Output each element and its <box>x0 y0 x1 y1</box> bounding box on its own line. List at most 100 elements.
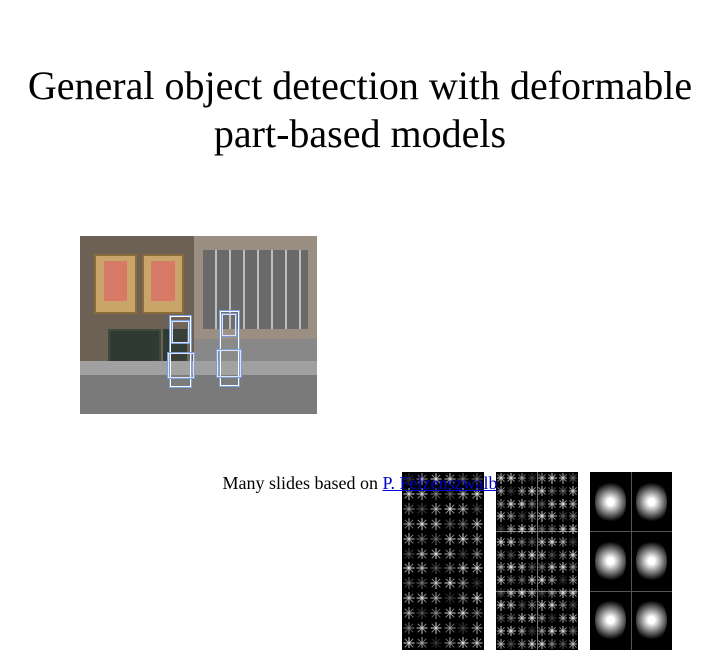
photo-road <box>80 375 317 414</box>
hog-cell <box>527 497 537 510</box>
hog-cell <box>558 510 568 523</box>
hog-cell <box>547 561 557 574</box>
figure-row <box>0 236 720 414</box>
model-visualizations <box>402 472 672 650</box>
hog-cell <box>429 531 443 546</box>
hog-cell <box>537 599 547 612</box>
hog-cell <box>416 576 430 591</box>
hog-cell <box>496 612 506 625</box>
hog-cell <box>443 546 457 561</box>
hog-cell <box>558 586 568 599</box>
hog-cell <box>506 625 516 638</box>
hog-cell <box>537 536 547 549</box>
hog-cell <box>429 546 443 561</box>
hog-cell <box>527 599 537 612</box>
hog-cell <box>416 531 430 546</box>
hog-cell <box>558 536 568 549</box>
hog-cell <box>402 517 416 532</box>
hog-cell <box>416 591 430 606</box>
hog-cell <box>496 625 506 638</box>
deformation-cost-blob <box>595 538 626 584</box>
hog-cell <box>443 531 457 546</box>
hog-cell <box>506 599 516 612</box>
hog-cell <box>517 625 527 638</box>
hog-cell <box>517 523 527 536</box>
hog-cell <box>547 599 557 612</box>
hog-cell <box>429 517 443 532</box>
hog-cell <box>568 497 578 510</box>
hog-cell <box>496 561 506 574</box>
hog-cell <box>506 612 516 625</box>
hog-cell <box>517 612 527 625</box>
hog-cell <box>558 599 568 612</box>
hog-cell <box>568 548 578 561</box>
hog-cell <box>496 510 506 523</box>
hog-cell <box>416 561 430 576</box>
hog-cell <box>457 635 471 650</box>
deformation-cost-blob <box>595 597 626 643</box>
hog-cell <box>506 574 516 587</box>
hog-cell <box>558 561 568 574</box>
hog-cell <box>527 612 537 625</box>
hog-cell <box>547 548 557 561</box>
hog-cell <box>506 523 516 536</box>
hog-cell <box>457 606 471 621</box>
hog-cell <box>568 536 578 549</box>
hog-cell <box>496 586 506 599</box>
credit-link[interactable]: P. Felzenszwalb <box>383 473 498 493</box>
hog-cell <box>517 586 527 599</box>
hog-cell <box>416 635 430 650</box>
hog-cell <box>527 574 537 587</box>
slide-title: General object detection with deformable… <box>0 62 720 158</box>
detection-part-box <box>168 353 194 378</box>
hog-cell <box>506 548 516 561</box>
street-scene-photo <box>80 236 317 414</box>
hog-cell <box>429 606 443 621</box>
hog-cell <box>547 510 557 523</box>
hog-cell <box>470 635 484 650</box>
hog-cell <box>537 586 547 599</box>
hog-cell <box>517 599 527 612</box>
hog-cell <box>402 606 416 621</box>
hog-cell <box>457 620 471 635</box>
hog-cell <box>506 637 516 650</box>
deformation-cost-blob <box>636 597 667 643</box>
hog-cell <box>527 586 537 599</box>
hog-cell <box>506 510 516 523</box>
hog-cell <box>429 620 443 635</box>
hog-cell <box>457 546 471 561</box>
hog-cell <box>568 523 578 536</box>
hog-cell <box>527 536 537 549</box>
grid-line <box>590 531 672 532</box>
hog-cell <box>517 548 527 561</box>
hog-cell <box>547 574 557 587</box>
hog-cell <box>443 561 457 576</box>
hog-cell <box>527 523 537 536</box>
hog-cell <box>568 612 578 625</box>
deformation-cost-blob <box>636 538 667 584</box>
hog-cell <box>402 531 416 546</box>
hog-cell <box>537 561 547 574</box>
hog-cell <box>429 561 443 576</box>
hog-cell <box>558 548 568 561</box>
hog-cell <box>517 637 527 650</box>
credit-prefix: Many slides based on <box>223 473 383 493</box>
hog-cell <box>558 574 568 587</box>
hog-cell <box>527 625 537 638</box>
hog-cell <box>470 591 484 606</box>
hog-cell <box>517 561 527 574</box>
hog-cell <box>537 574 547 587</box>
grid-line <box>590 591 672 592</box>
hog-cell <box>457 502 471 517</box>
hog-cell <box>402 591 416 606</box>
hog-cell <box>402 635 416 650</box>
hog-cell <box>537 548 547 561</box>
hog-cell <box>496 599 506 612</box>
credit-line: Many slides based on P. Felzenszwalb <box>0 473 720 494</box>
hog-cell <box>443 502 457 517</box>
hog-cell <box>470 620 484 635</box>
root-hog-filter <box>402 472 484 650</box>
hog-cell <box>527 561 537 574</box>
hog-cell <box>443 606 457 621</box>
hog-cell <box>496 536 506 549</box>
